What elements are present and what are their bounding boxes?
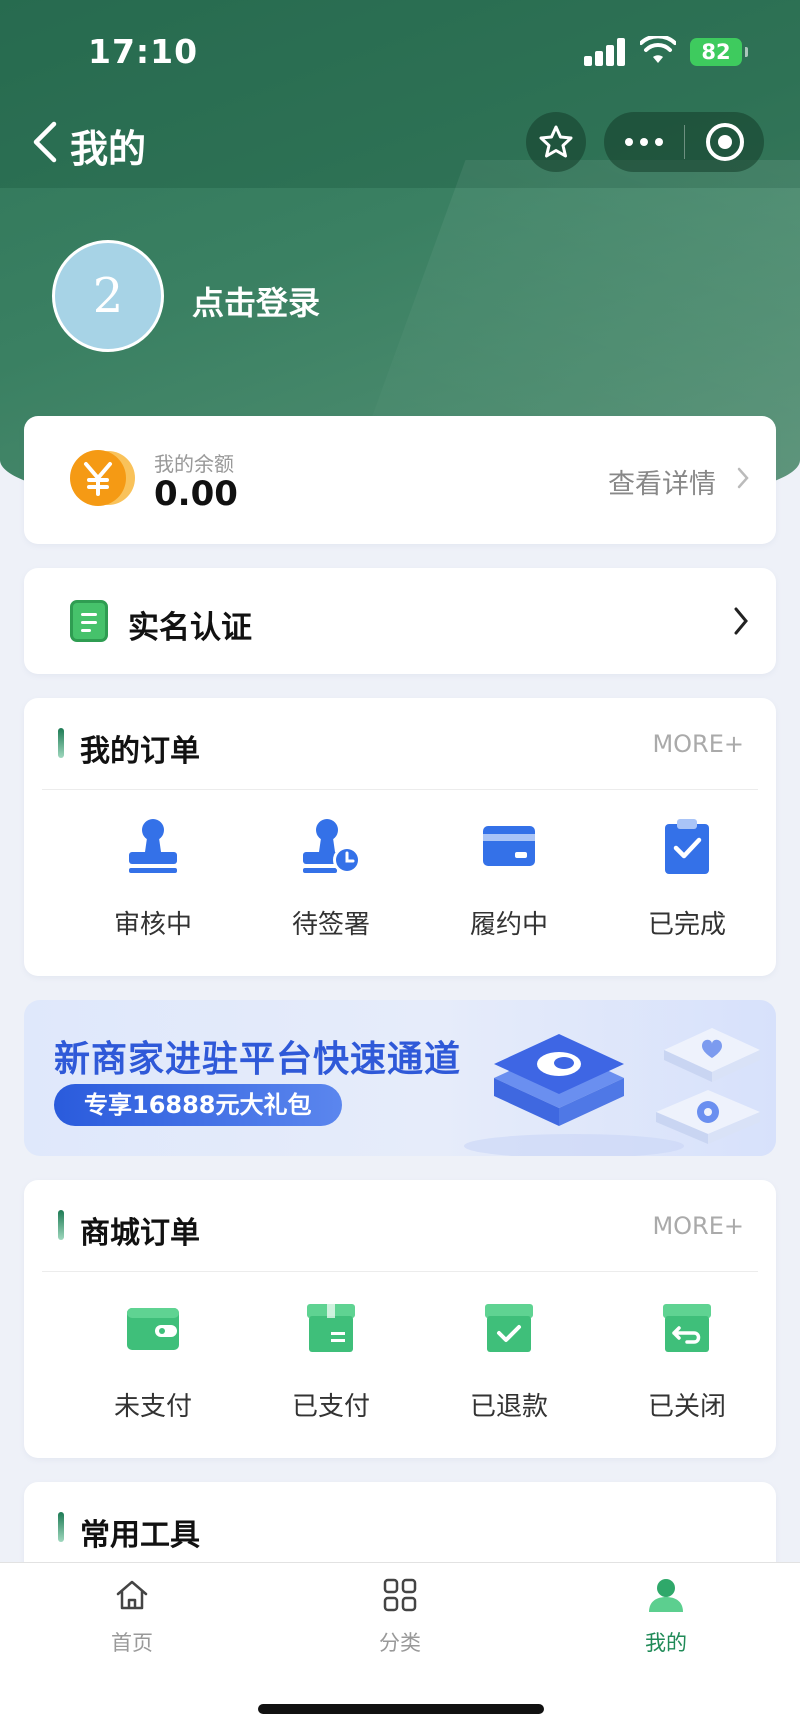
balance-label: 我的余额 <box>154 452 234 476</box>
box-icon <box>307 1304 355 1352</box>
mall-order-status-grid: 未支付 已支付 已退款 已关闭 <box>24 1290 776 1450</box>
order-status-label: 审核中 <box>113 910 192 940</box>
order-status-performing[interactable]: 履约中 <box>420 808 598 968</box>
banner-illustration <box>464 1028 760 1156</box>
stamp-icon <box>129 819 177 873</box>
chevron-left-icon[interactable] <box>30 120 60 164</box>
more-link[interactable]: MORE+ <box>652 1212 744 1240</box>
favorite-button[interactable] <box>526 112 586 172</box>
order-status-grid: 审核中 待签署 履约中 已完成 <box>24 808 776 968</box>
mall-order-label: 已支付 <box>291 1392 370 1422</box>
order-status-label: 待签署 <box>291 910 370 940</box>
order-status-label: 履约中 <box>469 910 548 940</box>
yuan-coin-icon <box>70 450 135 506</box>
wifi-icon <box>640 36 676 63</box>
tab-label: 分类 <box>379 1631 421 1655</box>
tab-mine[interactable]: 我的 <box>596 1577 736 1657</box>
mall-order-label: 已退款 <box>469 1392 548 1422</box>
star-icon <box>539 125 573 158</box>
tab-home[interactable]: 首页 <box>62 1577 202 1657</box>
signal-icon <box>584 38 626 66</box>
box-check-icon <box>485 1304 533 1352</box>
chevron-right-icon <box>734 607 748 635</box>
real-name-verification-row[interactable]: 实名认证 <box>24 568 776 674</box>
section-header: 我的订单 MORE+ <box>42 698 758 790</box>
stamp-clock-icon <box>303 819 361 874</box>
banner-title: 新商家进驻平台快速通道 <box>54 1039 462 1080</box>
section-title: 商城订单 <box>80 1216 200 1251</box>
merchant-promo-banner[interactable]: 新商家进驻平台快速通道 专享16888元大礼包 <box>24 1000 776 1156</box>
mall-order-unpaid[interactable]: 未支付 <box>64 1290 242 1450</box>
mall-order-label: 未支付 <box>113 1392 192 1422</box>
order-status-pending-sign[interactable]: 待签署 <box>242 808 420 968</box>
tab-label: 首页 <box>111 1631 153 1655</box>
balance-value: 0.00 <box>154 474 238 514</box>
home-indicator <box>258 1704 544 1714</box>
order-status-label: 已完成 <box>647 910 726 940</box>
section-title: 常用工具 <box>80 1518 200 1553</box>
mini-program-capsule <box>604 112 764 172</box>
mall-order-closed[interactable]: 已关闭 <box>598 1290 776 1450</box>
avatar[interactable]: 2 <box>52 240 164 352</box>
more-dots-icon[interactable] <box>604 112 684 172</box>
battery-indicator: 82 <box>690 38 748 66</box>
clipboard-check-icon <box>665 819 709 874</box>
section-header: 常用工具 <box>24 1482 776 1574</box>
mall-order-label: 已关闭 <box>647 1392 726 1422</box>
order-status-completed[interactable]: 已完成 <box>598 808 776 968</box>
grid-icon <box>383 1578 417 1612</box>
mall-orders-card: 商城订单 MORE+ 未支付 已支付 已退款 已关闭 <box>24 1180 776 1458</box>
chevron-right-icon <box>737 467 749 489</box>
balance-detail-link[interactable]: 查看详情 <box>608 462 716 501</box>
section-header: 商城订单 MORE+ <box>42 1180 758 1272</box>
order-status-reviewing[interactable]: 审核中 <box>64 808 242 968</box>
tab-category[interactable]: 分类 <box>330 1577 470 1657</box>
user-icon <box>649 1579 683 1612</box>
target-icon[interactable] <box>685 112 764 172</box>
home-icon <box>116 1580 148 1610</box>
wallet-icon <box>127 1308 179 1350</box>
status-time: 17:10 <box>88 32 199 71</box>
tab-label: 我的 <box>645 1631 687 1655</box>
my-orders-card: 我的订单 MORE+ 审核中 待签署 履约中 已完成 <box>24 698 776 976</box>
verification-title: 实名认证 <box>128 610 252 646</box>
card-icon <box>483 826 535 866</box>
mall-order-refunded[interactable]: 已退款 <box>420 1290 598 1450</box>
more-link[interactable]: MORE+ <box>652 730 744 758</box>
balance-card[interactable]: 我的余额 0.00 查看详情 <box>24 416 776 544</box>
login-link[interactable]: 点击登录 <box>192 278 320 324</box>
mall-order-paid[interactable]: 已支付 <box>242 1290 420 1450</box>
document-icon <box>70 600 108 642</box>
box-return-icon <box>663 1304 711 1352</box>
section-title: 我的订单 <box>80 734 200 769</box>
banner-pill: 专享16888元大礼包 <box>54 1084 342 1126</box>
page-title: 我的 <box>70 127 147 171</box>
